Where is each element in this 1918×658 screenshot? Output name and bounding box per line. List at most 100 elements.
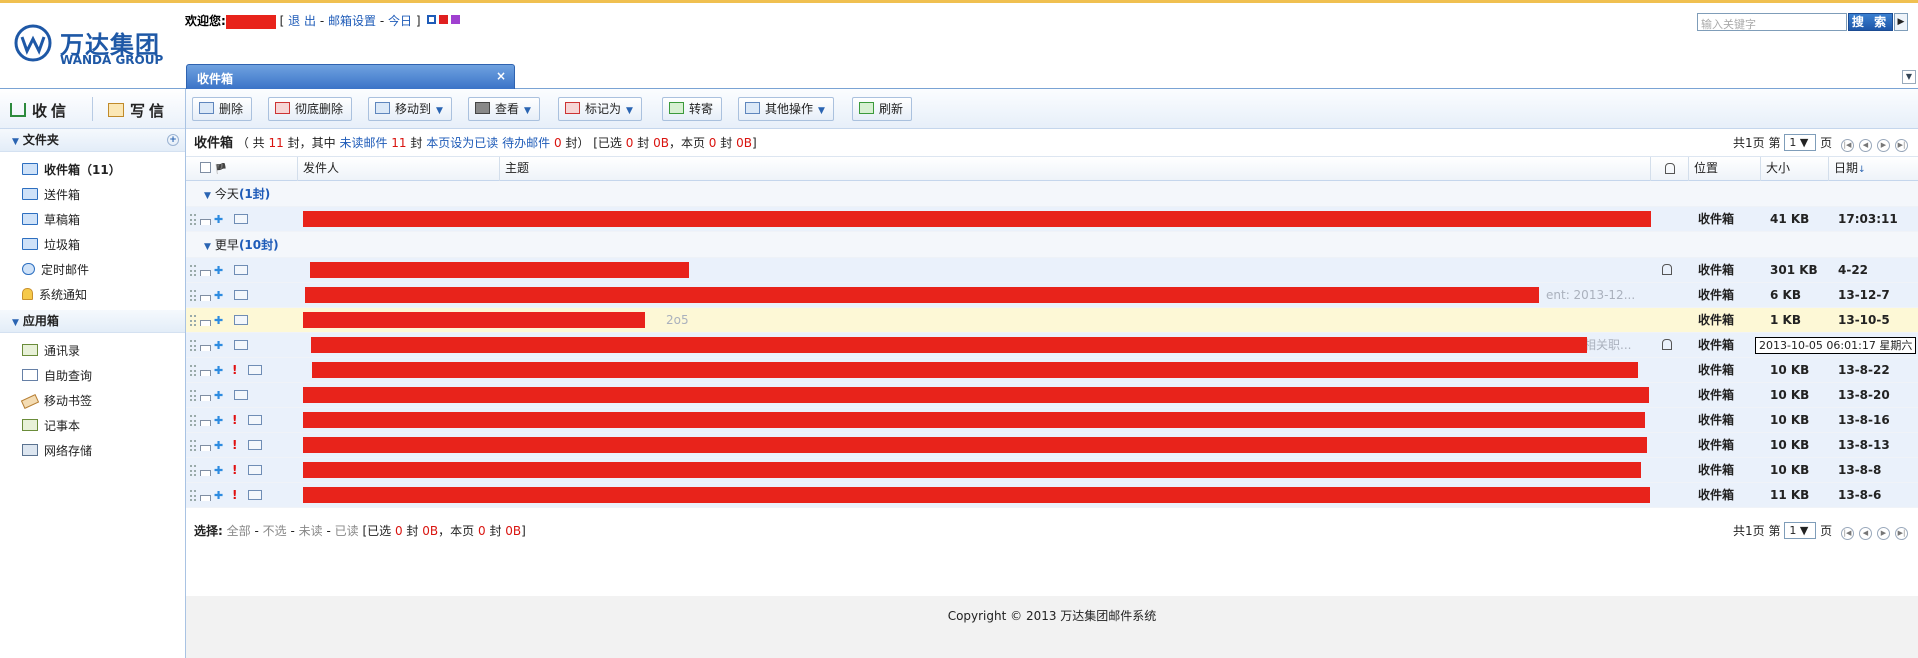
page-select[interactable]: 1 ▼ bbox=[1784, 134, 1817, 151]
column-size[interactable]: 大小 bbox=[1761, 157, 1829, 181]
expand-icon[interactable]: ✚ bbox=[214, 383, 223, 408]
receive-button[interactable]: 收信 bbox=[10, 100, 70, 121]
sidebar-item-notepad[interactable]: 记事本 bbox=[0, 414, 185, 439]
expand-icon[interactable]: ✚ bbox=[214, 308, 223, 333]
table-row[interactable]: ✚ 收件箱 301 KB 4-22 bbox=[186, 258, 1918, 283]
move-to-button[interactable]: 移动到 ▼ bbox=[368, 97, 452, 121]
drag-handle-icon[interactable] bbox=[190, 365, 196, 376]
expand-icon[interactable]: ✚ bbox=[214, 283, 223, 308]
sidebar-item-contacts[interactable]: 通讯录 bbox=[0, 339, 185, 364]
prev-page-icon[interactable]: ◀ bbox=[1859, 527, 1872, 540]
delete-button[interactable]: 删除 bbox=[192, 97, 253, 121]
row-checkbox[interactable] bbox=[200, 270, 211, 276]
drag-handle-icon[interactable] bbox=[190, 415, 196, 426]
expand-icon[interactable]: ✚ bbox=[214, 333, 223, 358]
refresh-button[interactable]: 刷新 bbox=[852, 97, 913, 121]
sidebar-item-bookmarks[interactable]: 移动书签 bbox=[0, 389, 185, 414]
next-page-icon[interactable]: ▶ bbox=[1877, 527, 1890, 540]
drag-handle-icon[interactable] bbox=[190, 440, 196, 451]
folders-header[interactable]: ▼ 文件夹 + bbox=[0, 129, 185, 152]
tab-inbox[interactable]: 收件箱 × bbox=[186, 64, 515, 89]
next-page-icon[interactable]: ▶ bbox=[1877, 139, 1890, 152]
drag-handle-icon[interactable] bbox=[190, 265, 196, 276]
sidebar-item-sent[interactable]: 送件箱 bbox=[0, 183, 185, 208]
sidebar-item-net-storage[interactable]: 网络存储 bbox=[0, 439, 185, 464]
table-row[interactable]: ✚! 收件箱 10 KB 13-8-16 bbox=[186, 408, 1918, 433]
perm-delete-button[interactable]: 彻底删除 bbox=[268, 97, 353, 121]
row-checkbox[interactable] bbox=[200, 295, 211, 301]
drag-handle-icon[interactable] bbox=[190, 214, 196, 225]
skin-red-icon[interactable] bbox=[439, 15, 449, 24]
drag-handle-icon[interactable] bbox=[190, 390, 196, 401]
logout-link[interactable]: 退 出 bbox=[288, 14, 316, 28]
expand-icon[interactable]: ✚ bbox=[214, 358, 223, 383]
add-folder-icon[interactable]: + bbox=[167, 134, 179, 146]
row-checkbox[interactable] bbox=[200, 345, 211, 351]
group-earlier[interactable]: ▼ 更早(10封) bbox=[186, 232, 1918, 258]
column-sender[interactable]: 发件人 bbox=[298, 157, 500, 181]
column-location[interactable]: 位置 bbox=[1689, 157, 1761, 181]
sidebar-item-scheduled[interactable]: 定时邮件 bbox=[0, 258, 185, 283]
row-checkbox[interactable] bbox=[200, 445, 211, 451]
expand-icon[interactable]: ✚ bbox=[214, 458, 223, 483]
apps-header[interactable]: ▼ 应用箱 bbox=[0, 310, 185, 333]
select-all-checkbox[interactable] bbox=[200, 162, 211, 173]
row-checkbox[interactable] bbox=[200, 395, 211, 401]
row-checkbox[interactable] bbox=[200, 320, 211, 326]
table-row[interactable]: ✚! 收件箱 10 KB 13-8-8 bbox=[186, 458, 1918, 483]
table-row[interactable]: ✚ 相关职... 收件箱 bbox=[186, 333, 1918, 358]
select-unread-link[interactable]: 未读 bbox=[299, 524, 323, 538]
expand-icon[interactable]: ✚ bbox=[214, 408, 223, 433]
drag-handle-icon[interactable] bbox=[190, 490, 196, 501]
page-select[interactable]: 1 ▼ bbox=[1784, 522, 1817, 539]
column-subject[interactable]: 主题 bbox=[500, 157, 1651, 181]
other-ops-button[interactable]: 其他操作 ▼ bbox=[738, 97, 834, 121]
mark-page-read-link[interactable]: 本页设为已读 bbox=[426, 136, 498, 150]
compose-button[interactable]: 写信 bbox=[108, 100, 168, 121]
select-all-link[interactable]: 全部 bbox=[227, 524, 251, 538]
first-page-icon[interactable]: |◀ bbox=[1841, 139, 1854, 152]
pending-link[interactable]: 待办邮件 bbox=[502, 136, 550, 150]
group-today[interactable]: ▼ 今天(1封) bbox=[186, 181, 1918, 207]
expand-icon[interactable]: ✚ bbox=[214, 483, 223, 508]
sidebar-item-notifications[interactable]: 系统通知 bbox=[0, 283, 185, 308]
search-input[interactable]: 输入关键字 bbox=[1697, 13, 1847, 31]
first-page-icon[interactable]: |◀ bbox=[1841, 527, 1854, 540]
drag-handle-icon[interactable] bbox=[190, 290, 196, 301]
drag-handle-icon[interactable] bbox=[190, 465, 196, 476]
mail-settings-link[interactable]: 邮箱设置 bbox=[328, 14, 376, 28]
expand-icon[interactable]: ✚ bbox=[214, 258, 223, 283]
search-button[interactable]: 搜 索 bbox=[1848, 13, 1893, 31]
drag-handle-icon[interactable] bbox=[190, 340, 196, 351]
today-link[interactable]: 今日 bbox=[388, 14, 412, 28]
table-row[interactable]: ✚ 收件箱 10 KB 13-8-20 bbox=[186, 383, 1918, 408]
row-checkbox[interactable] bbox=[200, 495, 211, 501]
expand-icon[interactable]: ✚ bbox=[214, 433, 223, 458]
chevron-down-icon[interactable]: ▼ bbox=[1902, 70, 1916, 84]
view-button[interactable]: 查看 ▼ bbox=[468, 97, 540, 121]
drag-handle-icon[interactable] bbox=[190, 315, 196, 326]
column-date[interactable]: 日期↓ bbox=[1829, 157, 1918, 181]
table-row[interactable]: ✚ ent: 2013-12... 收件箱 6 KB 13-12-7 bbox=[186, 283, 1918, 308]
expand-icon[interactable]: ✚ bbox=[214, 207, 223, 232]
close-icon[interactable]: × bbox=[496, 69, 506, 83]
mark-as-button[interactable]: 标记为 ▼ bbox=[558, 97, 642, 121]
table-row[interactable]: ✚ 收件箱 41 KB 17:03:11 bbox=[186, 207, 1918, 232]
table-row[interactable]: ✚! 收件箱 11 KB 13-8-6 bbox=[186, 483, 1918, 508]
column-attachment[interactable] bbox=[1651, 157, 1689, 181]
table-row[interactable]: ✚! 收件箱 10 KB 13-8-22 bbox=[186, 358, 1918, 383]
search-options-chevron-icon[interactable]: ▶ bbox=[1894, 13, 1908, 31]
last-page-icon[interactable]: ▶| bbox=[1895, 527, 1908, 540]
forward-button[interactable]: 转寄 bbox=[662, 97, 723, 121]
prev-page-icon[interactable]: ◀ bbox=[1859, 139, 1872, 152]
table-row[interactable]: ✚ 2o5 收件箱 1 KB 13-10-5 bbox=[186, 308, 1918, 333]
last-page-icon[interactable]: ▶| bbox=[1895, 139, 1908, 152]
select-none-link[interactable]: 不选 bbox=[263, 524, 287, 538]
sidebar-item-drafts[interactable]: 草稿箱 bbox=[0, 208, 185, 233]
row-checkbox[interactable] bbox=[200, 370, 211, 376]
table-row[interactable]: ✚! 收件箱 10 KB 13-8-13 bbox=[186, 433, 1918, 458]
sidebar-item-trash[interactable]: 垃圾箱 bbox=[0, 233, 185, 258]
sidebar-item-inbox[interactable]: 收件箱（11） bbox=[0, 158, 185, 183]
unread-link[interactable]: 未读邮件 bbox=[339, 136, 387, 150]
row-checkbox[interactable] bbox=[200, 219, 211, 225]
